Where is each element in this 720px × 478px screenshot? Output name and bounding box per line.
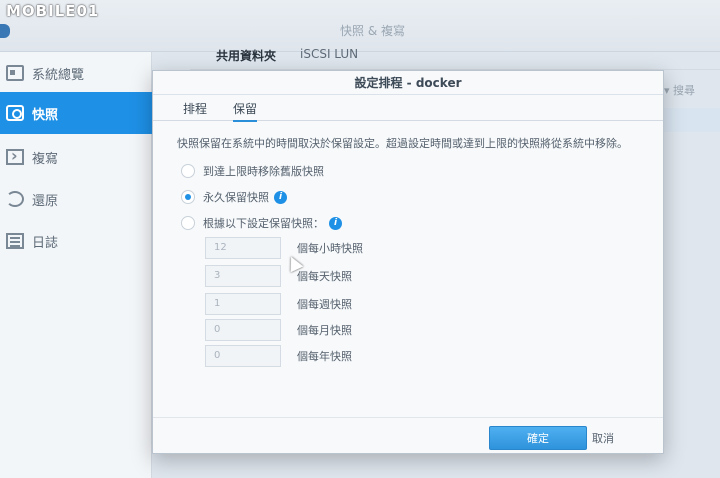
sidebar-item-label: 還原	[32, 193, 59, 209]
list-row	[664, 108, 720, 132]
hourly-count-input[interactable]: 12	[205, 237, 281, 259]
log-icon	[6, 233, 24, 249]
retention-description: 快照保留在系統中的時間取決於保留設定。超過設定時間或達到上限的快照將從系統中移除…	[177, 137, 628, 150]
retention-daily: 3 個每天快照	[205, 265, 352, 287]
dialog-title: 設定排程 - docker	[153, 71, 663, 95]
sidebar-item-log[interactable]: 日誌	[0, 220, 152, 262]
option-keep-by-rules[interactable]: 根據以下設定保留快照： i	[181, 215, 342, 231]
retention-weekly: 1 個每週快照	[205, 293, 352, 315]
sidebar-item-overview[interactable]: 系統總覽	[0, 52, 152, 94]
hourly-label: 個每小時快照	[297, 242, 363, 255]
yearly-count-input[interactable]: 0	[205, 345, 281, 367]
daily-label: 個每天快照	[297, 270, 352, 283]
info-icon[interactable]: i	[329, 216, 342, 230]
cancel-button[interactable]: 取消	[561, 426, 645, 450]
tab-shared-folder[interactable]: 共用資料夾	[216, 47, 276, 64]
weekly-count-input[interactable]: 1	[205, 293, 281, 315]
sidebar-item-label: 系統總覽	[32, 67, 85, 83]
dialog-footer: 確定 取消	[153, 417, 663, 455]
monthly-count-input[interactable]: 0	[205, 319, 281, 341]
option-remove-oldest[interactable]: 到達上限時移除舊版快照	[181, 163, 324, 179]
retention-yearly: 0 個每年快照	[205, 345, 352, 367]
radio-keep-forever[interactable]	[181, 190, 195, 204]
yearly-label: 個每年快照	[297, 350, 352, 363]
option-label: 永久保留快照	[203, 191, 269, 204]
tab-retention[interactable]: 保留	[233, 100, 258, 122]
retention-hourly: 12 個每小時快照	[205, 237, 363, 259]
tab-iscsi-lun[interactable]: iSCSI LUN	[300, 47, 358, 61]
watermark: MOBILE01	[6, 2, 100, 20]
radio-keep-by-rules[interactable]	[181, 216, 195, 230]
option-label: 根據以下設定保留快照：	[203, 217, 324, 230]
option-label: 到達上限時移除舊版快照	[203, 165, 324, 178]
sidebar: 系統總覽 快照 複寫 還原 日誌	[0, 52, 152, 478]
camera-icon	[6, 105, 24, 121]
weekly-label: 個每週快照	[297, 298, 352, 311]
dialog-tabs: 排程 保留	[153, 95, 663, 122]
sidebar-item-label: 日誌	[32, 235, 59, 251]
tab-schedule[interactable]: 排程	[183, 100, 207, 117]
radio-remove-oldest[interactable]	[181, 164, 195, 178]
sidebar-item-label: 複寫	[32, 151, 59, 167]
top-tabs: 共用資料夾 iSCSI LUN	[190, 44, 720, 70]
sidebar-item-restore[interactable]: 還原	[0, 178, 152, 220]
sidebar-item-snapshot[interactable]: 快照	[0, 92, 152, 134]
info-icon[interactable]: i	[274, 190, 287, 204]
back-icon[interactable]	[0, 24, 10, 38]
schedule-dialog: 設定排程 - docker 排程 保留 快照保留在系統中的時間取決於保留設定。超…	[152, 70, 664, 454]
copy-icon	[6, 146, 24, 165]
sidebar-item-label: 快照	[32, 107, 59, 123]
overview-icon	[6, 65, 24, 81]
sidebar-item-replication[interactable]: 複寫	[0, 136, 152, 178]
option-keep-forever[interactable]: 永久保留快照 i	[181, 189, 287, 205]
app-title: 快照 & 複寫	[340, 24, 405, 38]
restore-icon	[6, 191, 24, 207]
daily-count-input[interactable]: 3	[205, 265, 281, 287]
monthly-label: 個每月快照	[297, 324, 352, 337]
retention-monthly: 0 個每月快照	[205, 319, 352, 341]
search-input[interactable]: ▾ 搜尋	[664, 82, 720, 100]
